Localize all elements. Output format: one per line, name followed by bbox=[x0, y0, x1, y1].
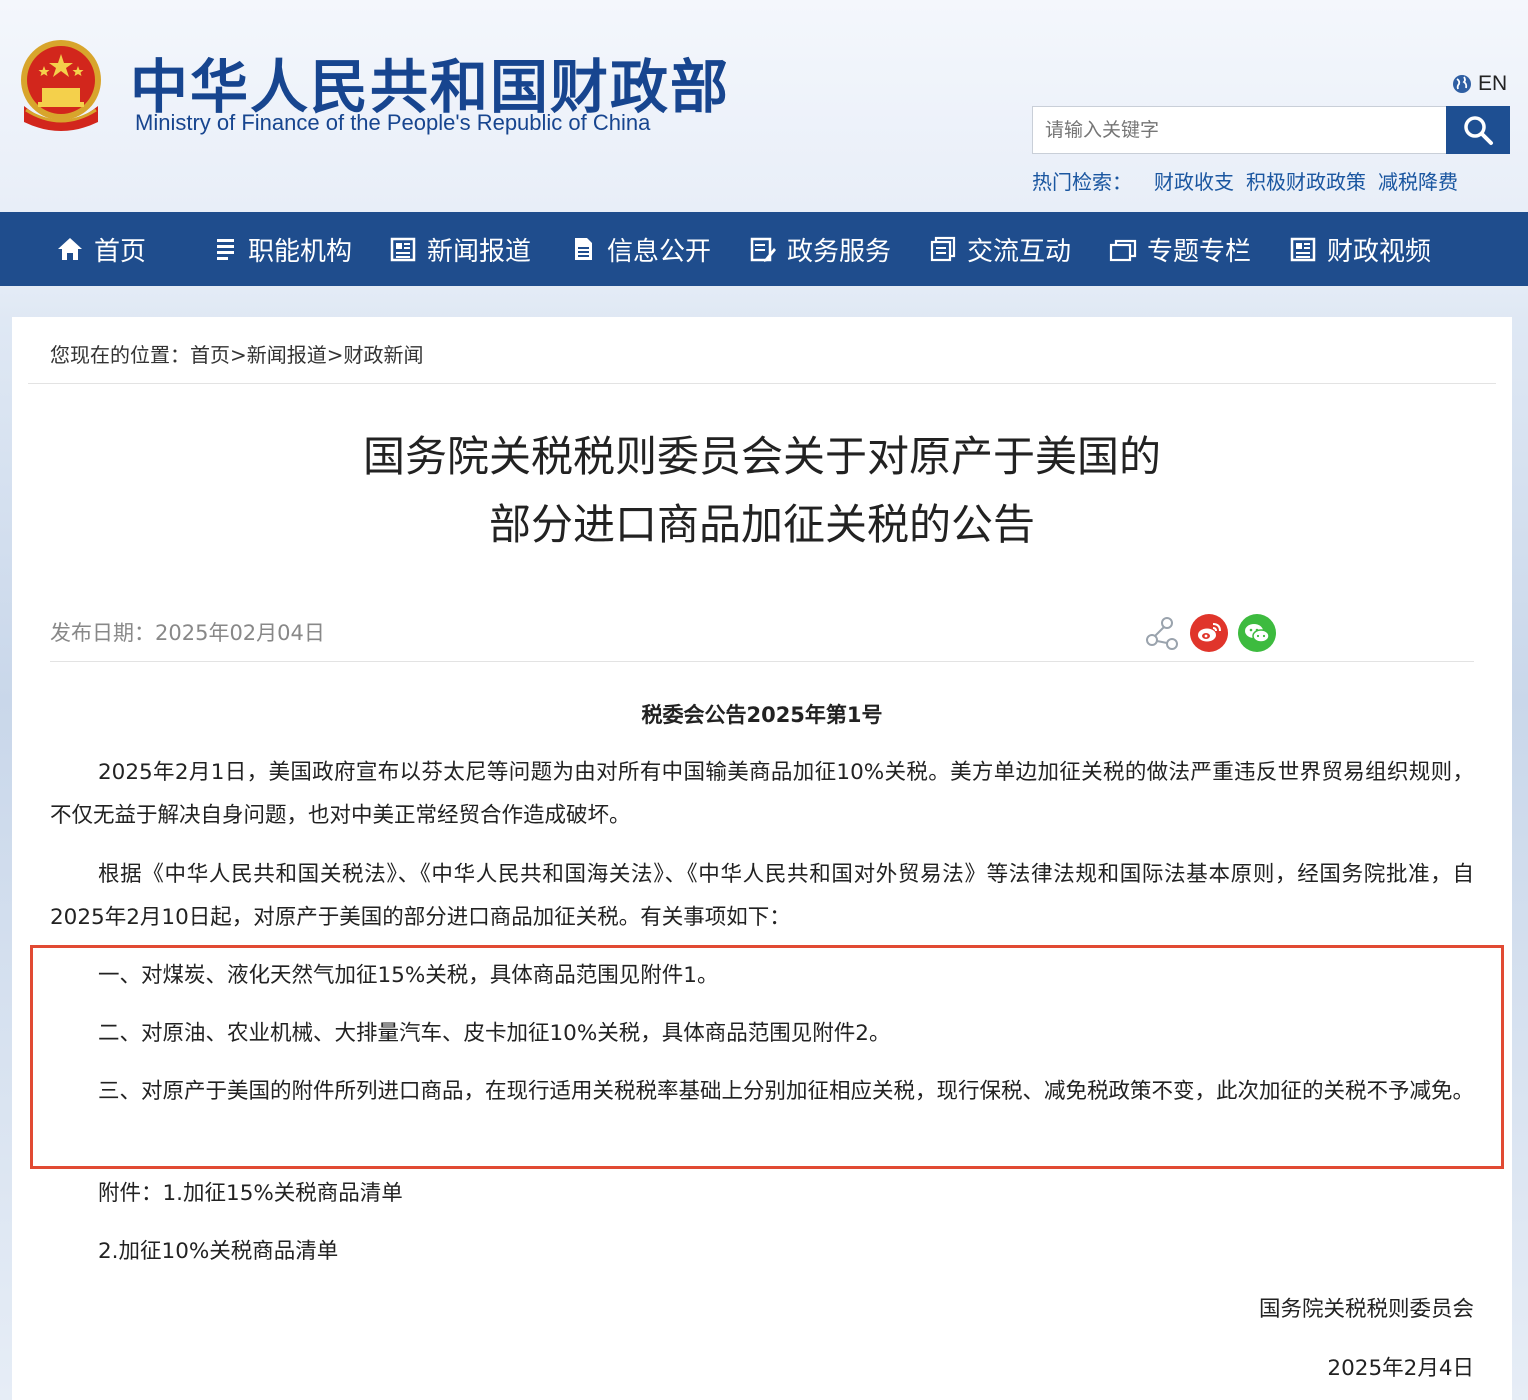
signer: 国务院关税税则委员会 bbox=[1258, 1297, 1474, 1322]
article-title-line2: 部分进口商品加征关税的公告 bbox=[488, 500, 1035, 549]
national-emblem-icon bbox=[21, 40, 101, 131]
home-icon bbox=[58, 238, 82, 260]
list-icon bbox=[214, 239, 234, 260]
breadcrumb-home[interactable]: 首页 bbox=[190, 343, 230, 367]
nav-label: 政务服务 bbox=[787, 236, 892, 267]
globe-icon bbox=[1453, 75, 1471, 93]
site-title-en[interactable]: Ministry of Finance of the People's Repu… bbox=[135, 110, 650, 136]
language-switch[interactable]: EN bbox=[1452, 72, 1507, 96]
nav-item-organization[interactable]: 职能机构 bbox=[210, 212, 352, 286]
publish-date: 发布日期：2025年02月04日 bbox=[50, 621, 325, 645]
main-nav: 首页 职能机构 新闻报道 信息公开 政务服务 交流互动 专题专栏 财政视频 bbox=[0, 212, 1528, 286]
divider bbox=[50, 661, 1474, 662]
search-box bbox=[1032, 106, 1510, 154]
news-icon bbox=[390, 237, 416, 262]
edit-icon bbox=[750, 237, 776, 262]
hot-search: 热门检索： 财政收支 积极财政政策 减税降费 bbox=[1032, 166, 1470, 195]
paragraph-1: 2025年2月1日，美国政府宣布以芬太尼等问题为由对所有中国输美商品加征10%关… bbox=[50, 760, 1474, 828]
attachment-2[interactable]: 2.加征10%关税商品清单 bbox=[50, 1230, 1474, 1273]
article-title-line1: 国务院关税税则委员会关于对原产于美国的 bbox=[362, 432, 1161, 481]
site-header: 中华人民共和国财政部 Ministry of Finance of the Pe… bbox=[0, 0, 1528, 212]
nav-item-news[interactable]: 新闻报道 bbox=[389, 212, 531, 286]
language-label[interactable]: EN bbox=[1478, 72, 1507, 96]
nav-label: 首页 bbox=[94, 236, 147, 267]
nav-item-special-topics[interactable]: 专题专栏 bbox=[1109, 212, 1251, 286]
nav-item-interaction[interactable]: 交流互动 bbox=[929, 212, 1071, 286]
chat-icon bbox=[930, 236, 956, 262]
nav-label: 职能机构 bbox=[248, 236, 353, 267]
article-title: 国务院关税税则委员会关于对原产于美国的 部分进口商品加征关税的公告 bbox=[12, 423, 1512, 559]
item-1: 一、对煤炭、液化天然气加征15%关税，具体商品范围见附件1。 bbox=[98, 963, 719, 988]
wechat-icon bbox=[1245, 624, 1270, 643]
breadcrumb-finance-news[interactable]: 财政新闻 bbox=[344, 343, 424, 367]
window-icon bbox=[1109, 239, 1137, 262]
nav-label: 财政视频 bbox=[1327, 236, 1432, 267]
breadcrumb: 您现在的位置：首页>新闻报道>财政新闻 bbox=[50, 339, 424, 368]
article-card: 您现在的位置：首页>新闻报道>财政新闻 国务院关税税则委员会关于对原产于美国的 … bbox=[12, 317, 1512, 1400]
weibo-icon bbox=[1198, 623, 1221, 642]
divider bbox=[28, 383, 1496, 384]
hot-search-item[interactable]: 财政收支 bbox=[1154, 170, 1234, 194]
breadcrumb-sep: > bbox=[230, 343, 247, 367]
wechat-share-button[interactable] bbox=[1238, 614, 1276, 652]
nav-item-video[interactable]: 财政视频 bbox=[1289, 212, 1431, 286]
video-icon bbox=[1290, 237, 1316, 262]
attachment-1[interactable]: 附件：1.加征15%关税商品清单 bbox=[50, 1172, 1474, 1215]
document-number: 税委会公告2025年第1号 bbox=[641, 703, 883, 727]
search-button[interactable] bbox=[1446, 106, 1510, 154]
document-icon bbox=[575, 238, 592, 260]
breadcrumb-sep: > bbox=[326, 343, 344, 367]
item-3: 三、对原产于美国的附件所列进口商品，在现行适用关税税率基础上分别加征相应关税，现… bbox=[98, 1079, 1475, 1104]
hot-search-label: 热门检索： bbox=[1032, 170, 1132, 194]
breadcrumb-news[interactable]: 新闻报道 bbox=[247, 343, 327, 367]
nav-item-home[interactable]: 首页 bbox=[56, 212, 146, 286]
search-input[interactable] bbox=[1033, 107, 1447, 153]
paragraph-2: 根据《中华人民共和国关税法》、《中华人民共和国海关法》、《中华人民共和国对外贸易… bbox=[50, 862, 1474, 930]
hot-search-item[interactable]: 减税降费 bbox=[1378, 170, 1458, 194]
share-bar bbox=[1142, 614, 1276, 652]
breadcrumb-prefix: 您现在的位置： bbox=[50, 343, 190, 367]
nav-label: 交流互动 bbox=[967, 236, 1072, 267]
weibo-share-button[interactable] bbox=[1190, 614, 1228, 652]
nav-label: 新闻报道 bbox=[427, 236, 532, 267]
search-icon bbox=[1464, 116, 1493, 145]
nav-label: 信息公开 bbox=[607, 236, 712, 267]
sign-date: 2025年2月4日 bbox=[1327, 1356, 1474, 1381]
nav-label: 专题专栏 bbox=[1147, 236, 1252, 267]
share-icon[interactable] bbox=[1142, 614, 1180, 652]
nav-item-info-disclosure[interactable]: 信息公开 bbox=[569, 212, 711, 286]
item-2: 二、对原油、农业机械、大排量汽车、皮卡加征10%关税，具体商品范围见附件2。 bbox=[98, 1021, 891, 1046]
nav-item-gov-services[interactable]: 政务服务 bbox=[749, 212, 891, 286]
hot-search-item[interactable]: 积极财政政策 bbox=[1246, 170, 1366, 194]
